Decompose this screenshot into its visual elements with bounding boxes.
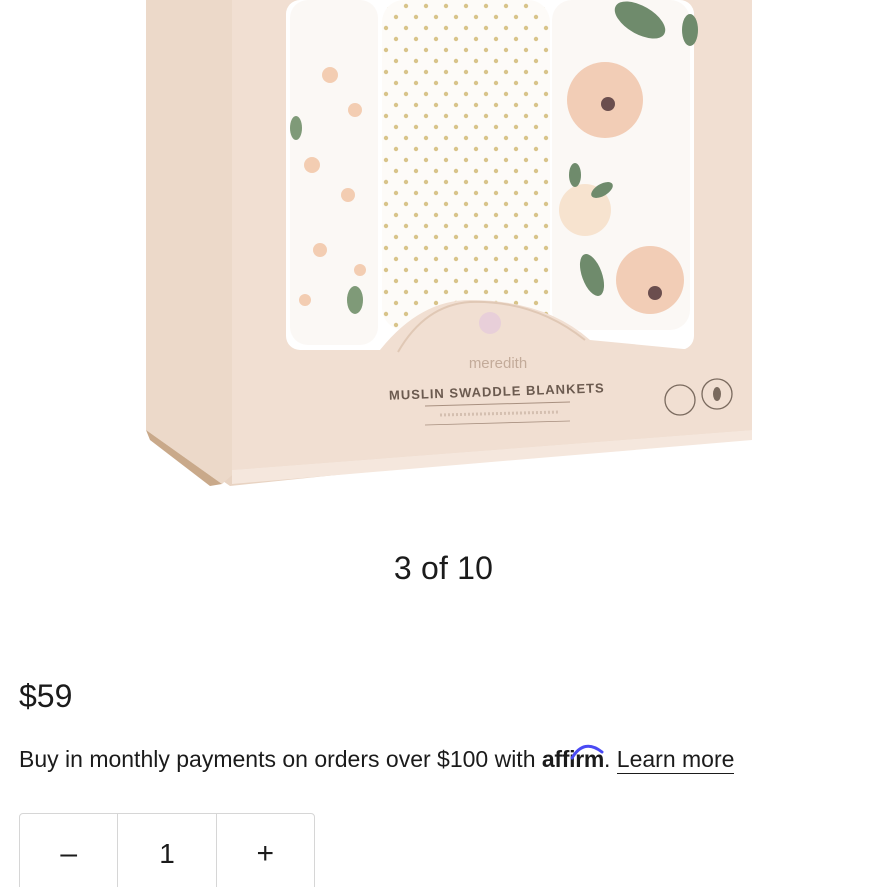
- affirm-arc-icon: [570, 744, 604, 760]
- product-price: $59: [19, 678, 73, 714]
- minus-icon: –: [60, 837, 77, 870]
- financing-text: Buy in monthly payments on orders over $…: [19, 746, 542, 772]
- plus-icon: +: [256, 837, 275, 870]
- quantity-value[interactable]: 1: [117, 814, 217, 887]
- box-brand: meredith: [469, 355, 527, 372]
- swaddle-box-illustration: meredith MUSLIN SWADDLE BLANKETS: [146, 0, 752, 486]
- decrement-button[interactable]: –: [20, 814, 117, 887]
- image-counter: 3 of 10: [393, 550, 494, 586]
- affirm-logo: affirm: [542, 744, 604, 772]
- increment-button[interactable]: +: [217, 814, 314, 887]
- learn-more-link[interactable]: Learn more: [616, 746, 735, 774]
- product-page: meredith MUSLIN SWADDLE BLANKETS 3 of 10…: [0, 0, 887, 887]
- quantity-stepper: – 1 +: [19, 813, 315, 887]
- product-image[interactable]: meredith MUSLIN SWADDLE BLANKETS: [0, 0, 887, 500]
- financing-message: Buy in monthly payments on orders over $…: [19, 742, 735, 776]
